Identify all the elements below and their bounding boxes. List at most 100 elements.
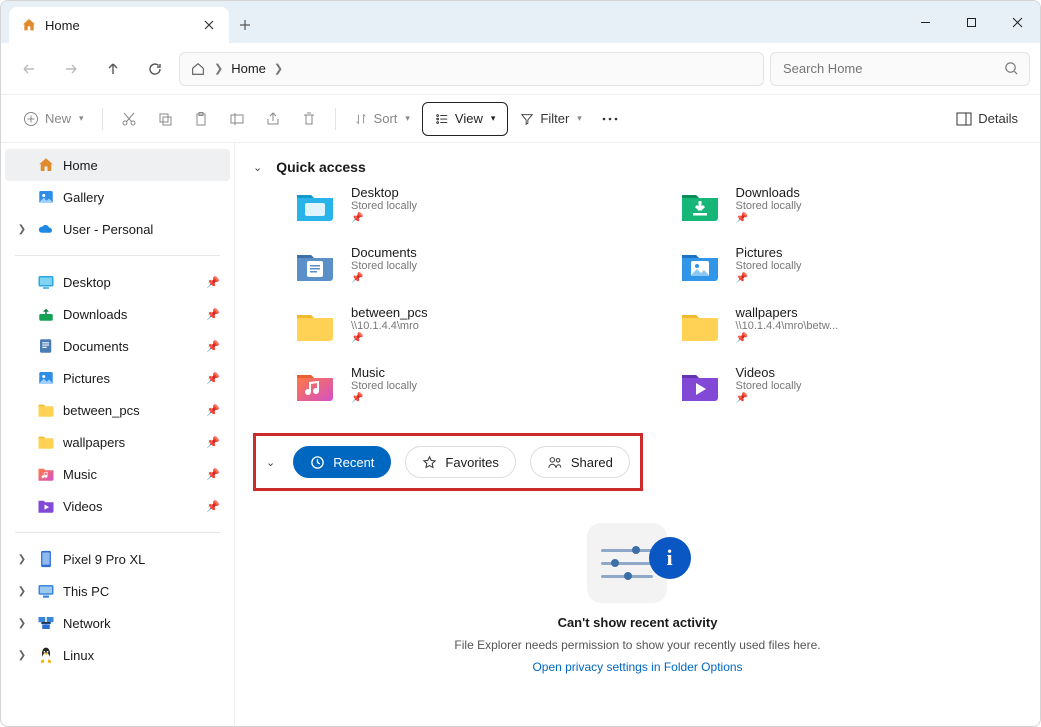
tab-recent[interactable]: Recent [293, 446, 391, 478]
rename-button[interactable] [221, 102, 253, 136]
share-button[interactable] [257, 102, 289, 136]
sidebar-item-pictures[interactable]: Pictures📌 [5, 362, 230, 394]
delete-button[interactable] [293, 102, 325, 136]
home-icon [190, 61, 206, 77]
tab-home[interactable]: Home [9, 7, 229, 43]
sidebar-item-label: Pixel 9 Pro XL [63, 552, 220, 567]
copy-button[interactable] [149, 102, 181, 136]
folder-icon [37, 433, 55, 451]
sidebar-item-downloads[interactable]: Downloads📌 [5, 298, 230, 330]
sidebar-item-label: Pictures [63, 371, 198, 386]
empty-state-subtitle: File Explorer needs permission to show y… [454, 638, 820, 652]
quick-access-documents[interactable]: Documents Stored locally 📌 [293, 245, 638, 301]
sidebar-item-label: Home [63, 158, 220, 173]
quick-access-wallpapers[interactable]: wallpapers \\10.1.4.4\mro\betw... 📌 [678, 305, 1023, 361]
details-button[interactable]: Details [948, 102, 1026, 136]
quick-access-downloads[interactable]: Downloads Stored locally 📌 [678, 185, 1023, 241]
folder-folder-icon [678, 305, 722, 345]
item-name: Videos [736, 365, 802, 380]
pictures-folder-icon [678, 245, 722, 285]
item-location: Stored locally [351, 260, 417, 272]
sidebar-item-label: Music [63, 467, 198, 482]
quick-access-pictures[interactable]: Pictures Stored locally 📌 [678, 245, 1023, 301]
nav-up-button[interactable] [95, 51, 131, 87]
titlebar: Home [1, 1, 1040, 43]
sidebar-item-between-pcs[interactable]: between_pcs 📌 [5, 394, 230, 426]
sidebar-item-home[interactable]: Home [5, 149, 230, 181]
tab-shared[interactable]: Shared [530, 446, 630, 478]
music-folder-icon [293, 365, 337, 405]
toolbar: New▾ Sort▾ View▾ Filter▾ Details [1, 95, 1040, 143]
chevron-down-icon[interactable]: ⌄ [266, 456, 275, 469]
more-button[interactable] [594, 102, 626, 136]
sidebar-item-network[interactable]: ❯ Network [5, 607, 230, 639]
new-button[interactable]: New▾ [15, 102, 92, 136]
sidebar-item-this-pc[interactable]: ❯This PC [5, 575, 230, 607]
filter-button[interactable]: Filter▾ [512, 102, 589, 136]
quick-access-between-pcs[interactable]: between_pcs \\10.1.4.4\mro 📌 [293, 305, 638, 361]
new-tab-button[interactable] [229, 7, 261, 43]
sidebar-item-pixel-9-pro-xl[interactable]: ❯ Pixel 9 Pro XL [5, 543, 230, 575]
minimize-button[interactable] [902, 1, 948, 43]
tab-favorites[interactable]: Favorites [405, 446, 515, 478]
sidebar-item-music[interactable]: Music 📌 [5, 458, 230, 490]
pin-icon: 📌 [206, 500, 220, 513]
empty-state-icon: i [583, 517, 693, 607]
item-name: Downloads [736, 185, 802, 200]
nav-refresh-button[interactable] [137, 51, 173, 87]
file-explorer-window: Home ❯ Home ❯ [0, 0, 1041, 727]
folder-icon [37, 401, 55, 419]
pin-icon: 📌 [206, 276, 220, 289]
maximize-button[interactable] [948, 1, 994, 43]
quick-access-desktop[interactable]: Desktop Stored locally 📌 [293, 185, 638, 241]
desktop-folder-icon [293, 185, 337, 225]
close-button[interactable] [994, 1, 1040, 43]
sidebar-item-desktop[interactable]: Desktop📌 [5, 266, 230, 298]
sidebar-item-wallpapers[interactable]: wallpapers📌 [5, 426, 230, 458]
tab-close-button[interactable] [201, 17, 217, 33]
sidebar-item-videos[interactable]: Videos📌 [5, 490, 230, 522]
quick-access-header[interactable]: ⌄ Quick access [253, 159, 1022, 175]
pin-icon: 📌 [351, 213, 417, 224]
sidebar-item-documents[interactable]: Documents📌 [5, 330, 230, 362]
chevron-down-icon: ⌄ [253, 161, 262, 174]
empty-state: i Can't show recent activity File Explor… [253, 517, 1022, 674]
videos-folder-icon [678, 365, 722, 405]
chevron-right-icon: ❯ [15, 554, 29, 565]
search-box[interactable] [770, 52, 1030, 86]
sidebar-item-label: Gallery [63, 190, 220, 205]
nav-forward-button[interactable] [53, 51, 89, 87]
quick-access-grid: Desktop Stored locally 📌 Downloads Store… [293, 185, 1022, 421]
chevron-right-icon: ❯ [15, 618, 29, 629]
sidebar-item-label: between_pcs [63, 403, 198, 418]
sidebar-item-user-personal[interactable]: ❯ User - Personal [5, 213, 230, 245]
breadcrumb-home[interactable]: Home [231, 61, 266, 76]
pin-icon: 📌 [206, 468, 220, 481]
sidebar-item-label: Network [63, 616, 220, 631]
cut-button[interactable] [113, 102, 145, 136]
item-name: Documents [351, 245, 417, 260]
videos-icon [37, 497, 55, 515]
privacy-settings-link[interactable]: Open privacy settings in Folder Options [532, 660, 742, 674]
pin-icon: 📌 [206, 404, 220, 417]
desktop-icon [37, 273, 55, 291]
search-input[interactable] [781, 60, 1004, 77]
phone-icon [37, 550, 55, 568]
item-location: \\10.1.4.4\mro\betw... [736, 320, 839, 332]
item-location: Stored locally [736, 380, 802, 392]
view-button[interactable]: View▾ [422, 102, 508, 136]
chevron-right-icon: ❯ [15, 224, 29, 235]
home-icon [21, 17, 37, 33]
chevron-right-icon: ❯ [15, 650, 29, 661]
nav-back-button[interactable] [11, 51, 47, 87]
paste-button[interactable] [185, 102, 217, 136]
sidebar-item-linux[interactable]: ❯Linux [5, 639, 230, 671]
quick-access-music[interactable]: Music Stored locally 📌 [293, 365, 638, 421]
item-location: Stored locally [736, 200, 802, 212]
downloads-icon [37, 305, 55, 323]
quick-access-videos[interactable]: Videos Stored locally 📌 [678, 365, 1023, 421]
sidebar-item-label: User - Personal [63, 222, 220, 237]
sort-button[interactable]: Sort▾ [346, 102, 418, 136]
sidebar-item-gallery[interactable]: Gallery [5, 181, 230, 213]
breadcrumb[interactable]: ❯ Home ❯ [179, 52, 764, 86]
